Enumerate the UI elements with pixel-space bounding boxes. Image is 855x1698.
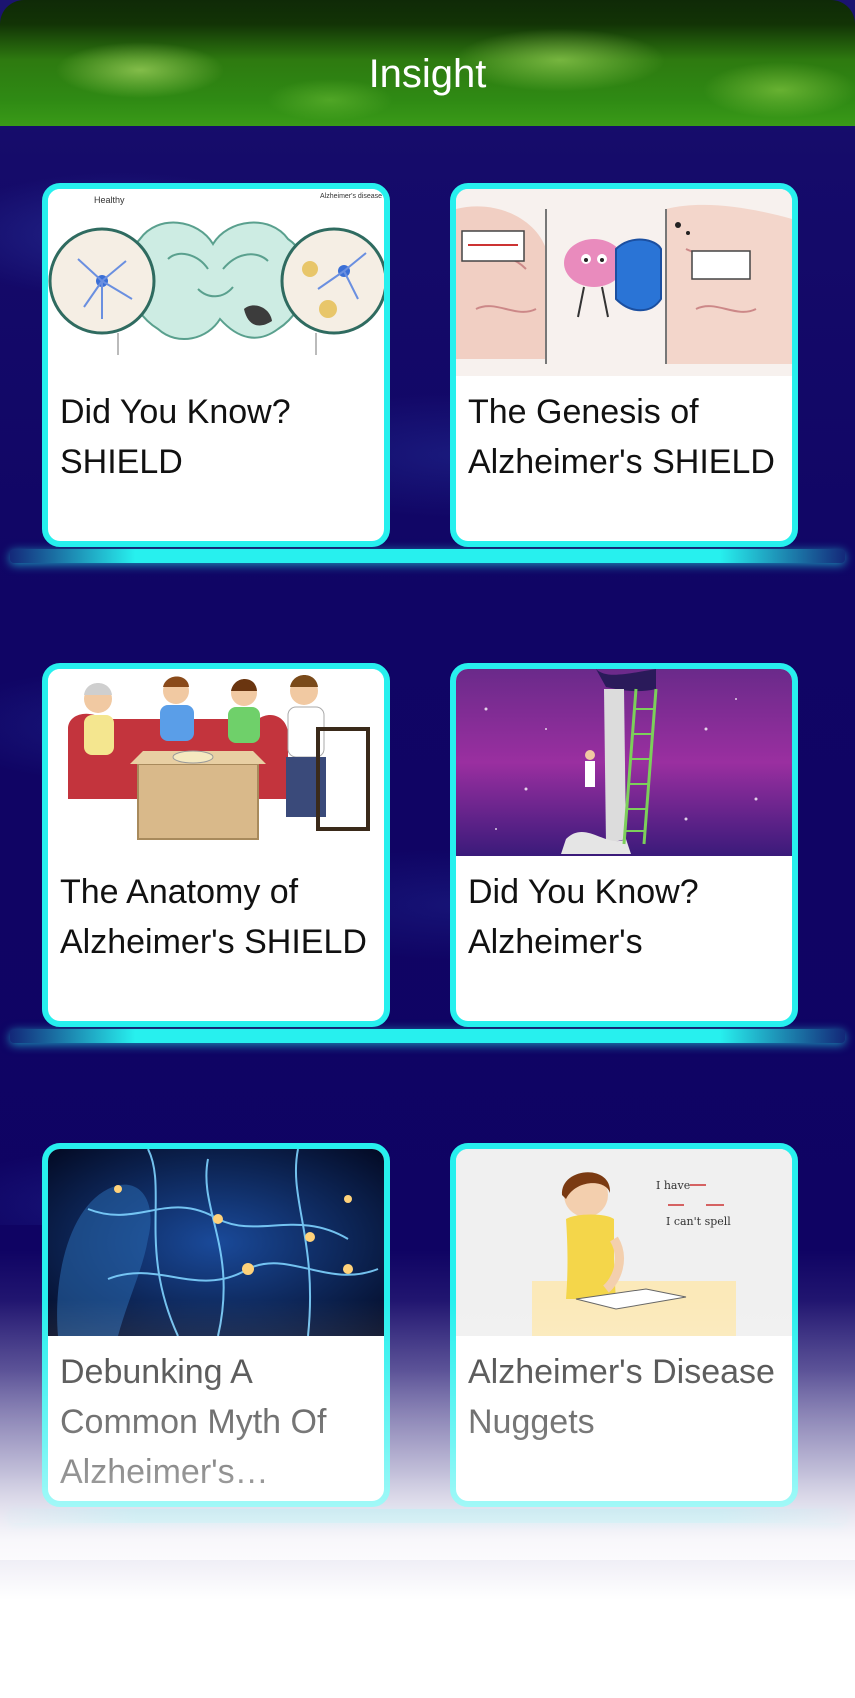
article-card[interactable]: The Anatomy of Alzheimer's SHIELD — [42, 663, 390, 1027]
svg-text:Alzheimer's disease: Alzheimer's disease — [320, 193, 382, 200]
card-title: Alzheimer's Disease Nuggets — [468, 1353, 775, 1441]
card-thumbnail-woman-writing: I have I can't spell — [456, 1149, 792, 1336]
shelf-divider — [10, 1509, 845, 1523]
header-bar: Insight — [0, 0, 855, 126]
article-card[interactable]: Healthy Alzheimer's disease Did You Know… — [42, 183, 390, 547]
card-title: Did You Know? SHIELD — [60, 393, 291, 481]
card-thumbnail-ladder-scroll — [456, 669, 792, 856]
svg-text:I can't spell: I can't spell — [666, 1215, 731, 1228]
svg-text:I have: I have — [656, 1179, 690, 1192]
card-thumbnail-family-gathering — [48, 669, 384, 856]
card-thumbnail-neural-network — [48, 1149, 384, 1336]
shelf-divider — [10, 1029, 845, 1043]
card-title: The Genesis of Alzheimer's SHIELD — [468, 393, 775, 481]
article-card[interactable]: Debunking A Common Myth Of Alzheimer's… — [42, 1143, 390, 1507]
card-title: Did You Know? Alzheimer's — [468, 873, 699, 961]
page-title: Insight — [368, 52, 487, 96]
article-card[interactable]: I have I can't spell Alzheimer's Disease… — [450, 1143, 798, 1507]
card-title: The Anatomy of Alzheimer's SHIELD — [60, 873, 367, 961]
article-card[interactable]: The Genesis of Alzheimer's SHIELD — [450, 183, 798, 547]
svg-text:Healthy: Healthy — [94, 195, 125, 205]
card-title: Debunking A Common Myth Of Alzheimer's… — [60, 1353, 327, 1491]
shelf-divider — [10, 549, 845, 563]
card-thumbnail-brain-shield — [456, 189, 792, 376]
insight-screen: Insight Healthy Alzheimer's disease Did … — [0, 0, 855, 1698]
article-card[interactable]: Did You Know? Alzheimer's — [450, 663, 798, 1027]
card-thumbnail-brain-neurons: Healthy Alzheimer's disease — [48, 189, 384, 376]
